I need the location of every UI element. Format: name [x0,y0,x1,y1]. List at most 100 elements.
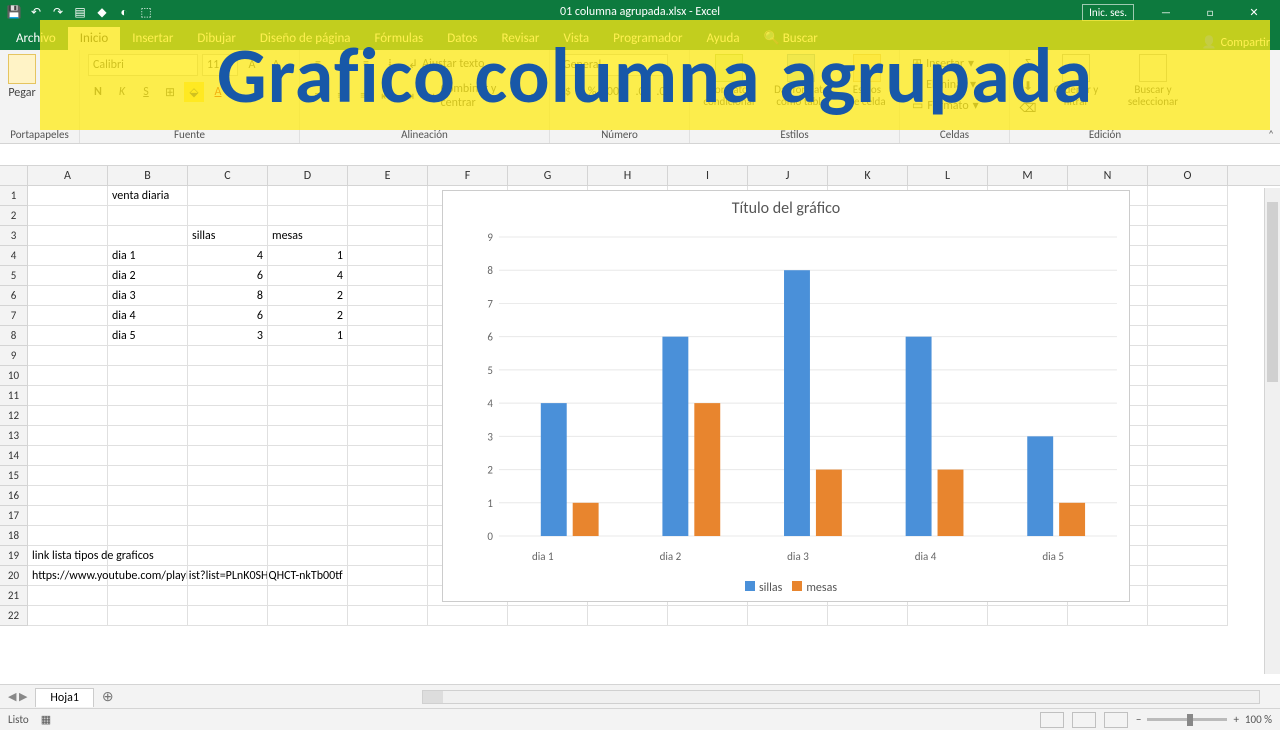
cell[interactable] [828,606,908,626]
cell[interactable] [668,606,748,626]
dec-inc-icon[interactable]: .0 [630,82,650,102]
cell[interactable] [188,566,268,586]
underline-icon[interactable]: S [136,82,156,102]
cell[interactable] [348,566,428,586]
cell[interactable] [268,186,348,206]
align-left-icon[interactable]: ≡ [308,86,327,106]
cell[interactable] [28,446,108,466]
column-header[interactable]: D [268,166,348,185]
cell[interactable]: 4 [188,246,268,266]
row-header[interactable]: 9 [0,346,28,366]
autosum-icon[interactable]: Σ [1018,54,1038,74]
insert-cells-button[interactable]: ⊞ Insertar ▾ [908,54,983,73]
cell[interactable] [1148,386,1228,406]
cell[interactable] [348,186,428,206]
cell[interactable] [28,326,108,346]
cell[interactable] [1068,606,1148,626]
cell[interactable]: 4 [268,266,348,286]
paste-button[interactable]: Pegar [8,54,36,100]
wrap-text-button[interactable]: ↲ Ajustar texto [404,55,488,74]
cell[interactable]: link lista tipos de graficos [28,546,108,566]
cell[interactable] [1148,606,1228,626]
cell[interactable] [108,206,188,226]
collapse-ribbon-icon[interactable]: ˄ [1268,128,1274,141]
column-header[interactable]: B [108,166,188,185]
cell[interactable] [188,186,268,206]
column-header[interactable]: A [28,166,108,185]
minimize-icon[interactable]: — [1146,0,1186,24]
row-header[interactable]: 12 [0,406,28,426]
cell[interactable] [28,526,108,546]
format-cells-button[interactable]: ▭ Formato ▾ [908,96,983,115]
cell[interactable] [28,206,108,226]
cell[interactable] [28,406,108,426]
cell[interactable] [1148,366,1228,386]
cell[interactable] [268,506,348,526]
font-name-combo[interactable]: Calibri [88,54,198,76]
cell[interactable] [1148,446,1228,466]
cell[interactable] [1148,466,1228,486]
fill-down-icon[interactable]: ⬇ [1018,76,1038,96]
cell[interactable] [188,486,268,506]
add-sheet-icon[interactable]: ⊕ [94,688,122,705]
dec-dec-icon[interactable]: .00 [654,82,674,102]
fill-icon[interactable]: ⬙ [184,82,204,102]
cell[interactable] [268,366,348,386]
currency-icon[interactable]: $ [558,82,578,102]
cell[interactable] [348,586,428,606]
qat-icon[interactable]: ◆ [94,4,110,20]
column-header[interactable]: G [508,166,588,185]
cell[interactable] [108,386,188,406]
cell[interactable] [988,606,1068,626]
indent-dec-icon[interactable]: ⇤ [377,86,396,106]
cell[interactable] [348,326,428,346]
cell[interactable] [268,406,348,426]
cell[interactable]: dia 1 [108,246,188,266]
row-header[interactable]: 22 [0,606,28,626]
cell[interactable]: mesas [268,226,348,246]
cell[interactable] [348,406,428,426]
cell[interactable] [268,586,348,606]
conditional-format-button[interactable]: Formato condicional [698,54,760,108]
align-top-icon[interactable]: ≡ [308,54,328,74]
horizontal-scrollbar[interactable] [422,690,1260,704]
cell[interactable] [1148,346,1228,366]
tab-archivo[interactable]: Archivo [4,27,68,50]
save-icon[interactable]: 💾 [6,4,22,20]
cell[interactable] [268,526,348,546]
cell[interactable] [268,546,348,566]
clear-icon[interactable]: ⌫ [1018,98,1038,118]
cell[interactable] [28,186,108,206]
cell[interactable] [108,566,188,586]
cell[interactable] [348,206,428,226]
cell[interactable] [188,406,268,426]
cell[interactable] [188,506,268,526]
cell[interactable]: 2 [268,286,348,306]
cell[interactable] [508,606,588,626]
cell[interactable] [188,586,268,606]
cell[interactable] [1148,486,1228,506]
cell[interactable]: 3 [188,326,268,346]
vertical-scrollbar[interactable] [1264,188,1280,674]
row-header[interactable]: 6 [0,286,28,306]
cell[interactable] [348,466,428,486]
cell[interactable] [1148,226,1228,246]
signin-button[interactable]: Inic. ses. [1082,4,1134,21]
merge-center-button[interactable]: ⬌ Combinar y centrar ▾ [423,80,542,112]
cell[interactable]: venta diaria [108,186,188,206]
cell[interactable] [28,586,108,606]
chart-title[interactable]: Título del gráfico [443,191,1129,222]
row-header[interactable]: 20 [0,566,28,586]
align-mid-icon[interactable]: ≡ [332,54,352,74]
find-select-button[interactable]: Buscar y seleccionar [1114,54,1192,108]
cell[interactable] [1148,286,1228,306]
cell[interactable] [28,366,108,386]
orientation-icon[interactable]: ⭭ [380,54,400,74]
column-header[interactable]: J [748,166,828,185]
cell[interactable]: dia 4 [108,306,188,326]
column-header[interactable]: E [348,166,428,185]
border-icon[interactable]: ⊞ [160,82,180,102]
indent-inc-icon[interactable]: ⇥ [400,86,419,106]
row-header[interactable]: 4 [0,246,28,266]
cell[interactable]: dia 5 [108,326,188,346]
